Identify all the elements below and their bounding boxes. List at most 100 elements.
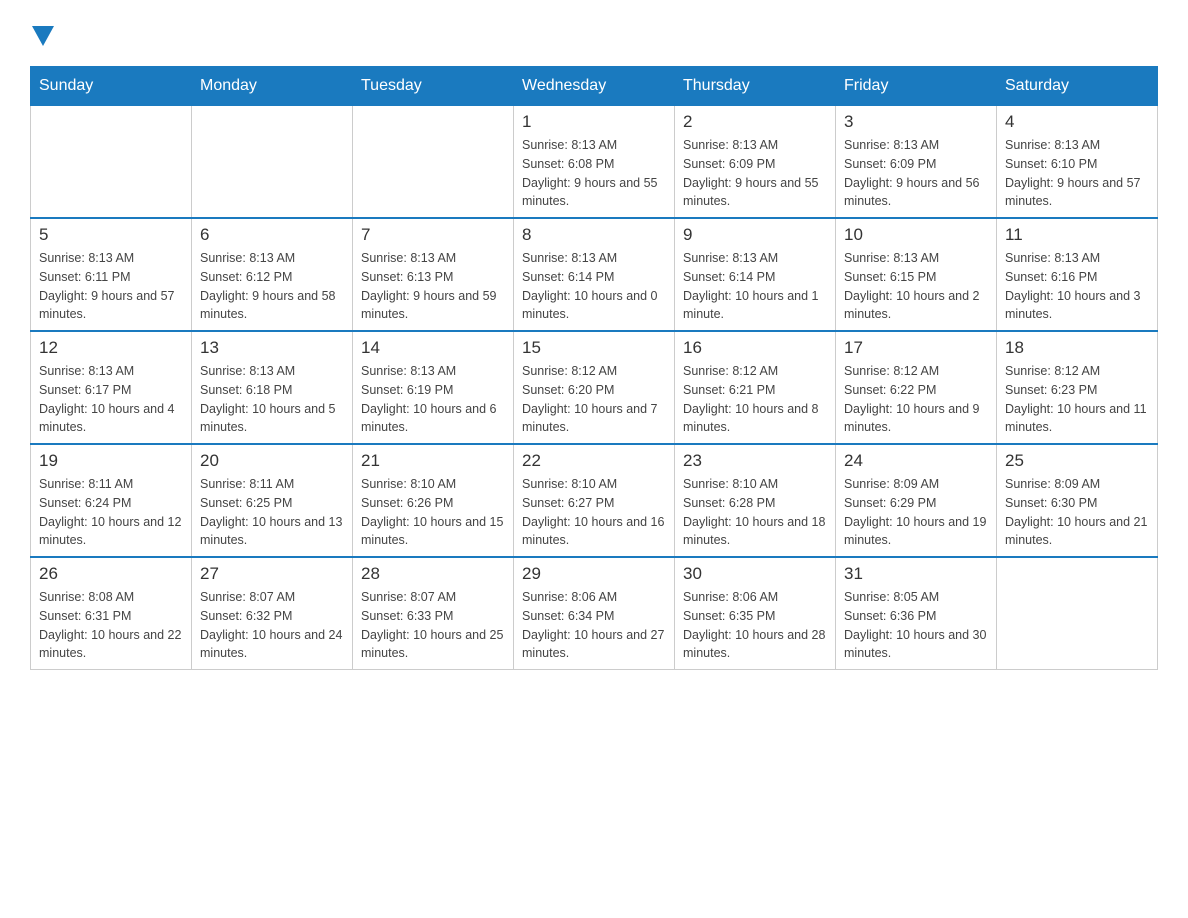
calendar-cell: 6Sunrise: 8:13 AMSunset: 6:12 PMDaylight… <box>192 218 353 331</box>
sunrise-text: Sunrise: 8:10 AM <box>361 475 505 494</box>
day-detail: Sunrise: 8:13 AMSunset: 6:16 PMDaylight:… <box>1005 249 1149 324</box>
sunset-text: Sunset: 6:29 PM <box>844 494 988 513</box>
day-number: 14 <box>361 338 505 358</box>
sunrise-text: Sunrise: 8:07 AM <box>361 588 505 607</box>
sunset-text: Sunset: 6:08 PM <box>522 155 666 174</box>
sunset-text: Sunset: 6:22 PM <box>844 381 988 400</box>
daylight-text: Daylight: 10 hours and 13 minutes. <box>200 513 344 551</box>
day-detail: Sunrise: 8:12 AMSunset: 6:23 PMDaylight:… <box>1005 362 1149 437</box>
calendar-cell: 24Sunrise: 8:09 AMSunset: 6:29 PMDayligh… <box>836 444 997 557</box>
day-number: 13 <box>200 338 344 358</box>
sunset-text: Sunset: 6:21 PM <box>683 381 827 400</box>
calendar-cell <box>353 106 514 219</box>
header-thursday: Thursday <box>675 67 836 106</box>
daylight-text: Daylight: 9 hours and 56 minutes. <box>844 174 988 212</box>
header-tuesday: Tuesday <box>353 67 514 106</box>
day-detail: Sunrise: 8:13 AMSunset: 6:14 PMDaylight:… <box>522 249 666 324</box>
calendar-cell: 30 Sunrise: 8:06 AMSunset: 6:35 PMDayligh… <box>675 557 836 670</box>
day-detail: Sunrise: 8:10 AMSunset: 6:26 PMDaylight:… <box>361 475 505 550</box>
daylight-text: Daylight: 10 hours and 7 minutes. <box>522 400 666 438</box>
calendar-cell: 14Sunrise: 8:13 AMSunset: 6:19 PMDayligh… <box>353 331 514 444</box>
day-detail: Sunrise: 8:13 AMSunset: 6:14 PMDaylight:… <box>683 249 827 324</box>
sunrise-text: Sunrise: 8:06 AM <box>683 588 827 607</box>
day-number: 1 <box>522 112 666 132</box>
day-detail: Sunrise: 8:13 AMSunset: 6:09 PMDaylight:… <box>844 136 988 211</box>
sunrise-text: Sunrise: 8:12 AM <box>522 362 666 381</box>
day-number: 12 <box>39 338 183 358</box>
daylight-text: Daylight: 9 hours and 59 minutes. <box>361 287 505 325</box>
calendar-cell: 31Sunrise: 8:05 AMSunset: 6:36 PMDayligh… <box>836 557 997 670</box>
daylight-text: Daylight: 10 hours and 24 minutes. <box>200 626 344 664</box>
day-detail: Sunrise: 8:05 AMSunset: 6:36 PMDaylight:… <box>844 588 988 663</box>
calendar-cell: 20Sunrise: 8:11 AMSunset: 6:25 PMDayligh… <box>192 444 353 557</box>
day-detail: Sunrise: 8:13 AMSunset: 6:10 PMDaylight:… <box>1005 136 1149 211</box>
daylight-text: Daylight: 10 hours and 27 minutes. <box>522 626 666 664</box>
sunset-text: Sunset: 6:36 PM <box>844 607 988 626</box>
day-number: 30 <box>683 564 827 584</box>
daylight-text: Daylight: 10 hours and 25 minutes. <box>361 626 505 664</box>
daylight-text: Daylight: 10 hours and 12 minutes. <box>39 513 183 551</box>
day-detail: Sunrise: 8:12 AMSunset: 6:22 PMDaylight:… <box>844 362 988 437</box>
sunrise-text: Sunrise: 8:09 AM <box>844 475 988 494</box>
sunrise-text: Sunrise: 8:13 AM <box>200 249 344 268</box>
day-number: 26 <box>39 564 183 584</box>
sunset-text: Sunset: 6:11 PM <box>39 268 183 287</box>
calendar-cell: 3Sunrise: 8:13 AMSunset: 6:09 PMDaylight… <box>836 106 997 219</box>
sunrise-text: Sunrise: 8:12 AM <box>683 362 827 381</box>
daylight-text: Daylight: 10 hours and 2 minutes. <box>844 287 988 325</box>
calendar-table: SundayMondayTuesdayWednesdayThursdayFrid… <box>30 66 1158 670</box>
calendar-week-row: 5Sunrise: 8:13 AMSunset: 6:11 PMDaylight… <box>31 218 1158 331</box>
calendar-cell: 18Sunrise: 8:12 AMSunset: 6:23 PMDayligh… <box>997 331 1158 444</box>
day-detail: Sunrise: 8:13 AMSunset: 6:13 PMDaylight:… <box>361 249 505 324</box>
day-detail: Sunrise: 8:13 AMSunset: 6:18 PMDaylight:… <box>200 362 344 437</box>
sunset-text: Sunset: 6:14 PM <box>522 268 666 287</box>
sunrise-text: Sunrise: 8:13 AM <box>844 249 988 268</box>
day-number: 9 <box>683 225 827 245</box>
calendar-cell <box>31 106 192 219</box>
calendar-cell: 29Sunrise: 8:06 AMSunset: 6:34 PMDayligh… <box>514 557 675 670</box>
sunrise-text: Sunrise: 8:11 AM <box>200 475 344 494</box>
daylight-text: Daylight: 10 hours and 30 minutes. <box>844 626 988 664</box>
day-detail: Sunrise: 8:11 AMSunset: 6:25 PMDaylight:… <box>200 475 344 550</box>
header-sunday: Sunday <box>31 67 192 106</box>
daylight-text: Daylight: 10 hours and 5 minutes. <box>200 400 344 438</box>
sunset-text: Sunset: 6:18 PM <box>200 381 344 400</box>
sunset-text: Sunset: 6:17 PM <box>39 381 183 400</box>
daylight-text: Daylight: 9 hours and 55 minutes. <box>522 174 666 212</box>
sunrise-text: Sunrise: 8:10 AM <box>522 475 666 494</box>
sunrise-text: Sunrise: 8:13 AM <box>361 249 505 268</box>
day-detail: Sunrise: 8:06 AMSunset: 6:35 PMDaylight:… <box>683 588 827 663</box>
sunset-text: Sunset: 6:15 PM <box>844 268 988 287</box>
day-detail: Sunrise: 8:12 AMSunset: 6:21 PMDaylight:… <box>683 362 827 437</box>
sunset-text: Sunset: 6:32 PM <box>200 607 344 626</box>
calendar-cell: 15Sunrise: 8:12 AMSunset: 6:20 PMDayligh… <box>514 331 675 444</box>
sunrise-text: Sunrise: 8:13 AM <box>361 362 505 381</box>
sunset-text: Sunset: 6:09 PM <box>683 155 827 174</box>
daylight-text: Daylight: 10 hours and 9 minutes. <box>844 400 988 438</box>
sunset-text: Sunset: 6:26 PM <box>361 494 505 513</box>
day-detail: Sunrise: 8:12 AMSunset: 6:20 PMDaylight:… <box>522 362 666 437</box>
daylight-text: Daylight: 10 hours and 21 minutes. <box>1005 513 1149 551</box>
sunset-text: Sunset: 6:12 PM <box>200 268 344 287</box>
sunrise-text: Sunrise: 8:11 AM <box>39 475 183 494</box>
calendar-cell: 19Sunrise: 8:11 AMSunset: 6:24 PMDayligh… <box>31 444 192 557</box>
calendar-cell: 16 Sunrise: 8:12 AMSunset: 6:21 PMDayligh… <box>675 331 836 444</box>
calendar-cell: 22Sunrise: 8:10 AMSunset: 6:27 PMDayligh… <box>514 444 675 557</box>
calendar-cell: 10Sunrise: 8:13 AMSunset: 6:15 PMDayligh… <box>836 218 997 331</box>
day-number: 19 <box>39 451 183 471</box>
sunset-text: Sunset: 6:33 PM <box>361 607 505 626</box>
calendar-cell: 12 Sunrise: 8:13 AMSunset: 6:17 PMDayligh… <box>31 331 192 444</box>
sunset-text: Sunset: 6:34 PM <box>522 607 666 626</box>
day-number: 16 <box>683 338 827 358</box>
day-detail: Sunrise: 8:13 AMSunset: 6:17 PMDaylight:… <box>39 362 183 437</box>
daylight-text: Daylight: 10 hours and 6 minutes. <box>361 400 505 438</box>
day-number: 11 <box>1005 225 1149 245</box>
sunrise-text: Sunrise: 8:07 AM <box>200 588 344 607</box>
daylight-text: Daylight: 10 hours and 1 minute. <box>683 287 827 325</box>
day-number: 4 <box>1005 112 1149 132</box>
day-detail: Sunrise: 8:06 AMSunset: 6:34 PMDaylight:… <box>522 588 666 663</box>
calendar-cell: 1Sunrise: 8:13 AMSunset: 6:08 PMDaylight… <box>514 106 675 219</box>
sunrise-text: Sunrise: 8:13 AM <box>39 249 183 268</box>
day-number: 2 <box>683 112 827 132</box>
sunset-text: Sunset: 6:31 PM <box>39 607 183 626</box>
